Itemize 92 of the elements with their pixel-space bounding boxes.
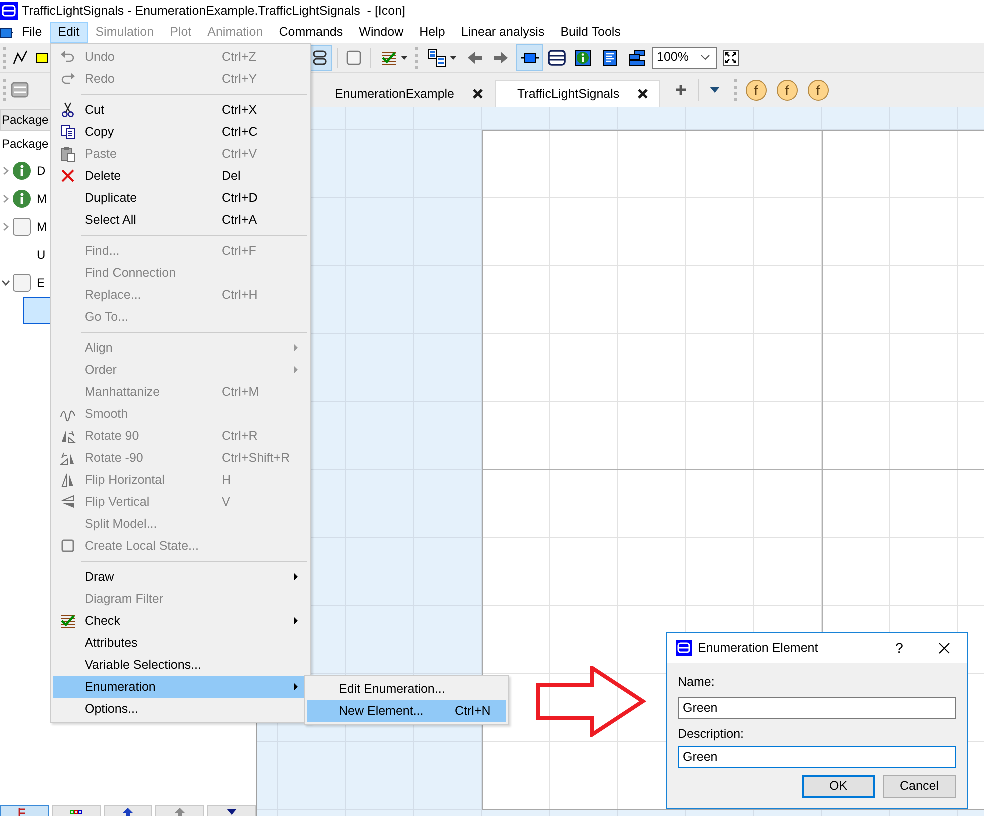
tab[interactable]: TrafficLightSignals xyxy=(494,80,660,107)
triangle-icon xyxy=(710,87,720,93)
text-field[interactable]: Green xyxy=(678,697,956,719)
menu-item[interactable]: File xyxy=(14,22,50,43)
layered-rectangle-icon[interactable] xyxy=(11,82,29,98)
close-icon xyxy=(939,642,950,654)
right-arrow-icon xyxy=(493,50,509,66)
linked-blocks-icon xyxy=(428,48,446,66)
tree-item[interactable]: U xyxy=(0,241,47,269)
stacked-blocks-icon xyxy=(629,50,645,66)
tree-item[interactable]: E xyxy=(0,269,46,297)
field-label: Description: xyxy=(678,727,745,742)
zoom-combo[interactable]: 100% xyxy=(652,46,717,68)
plus-icon xyxy=(676,85,686,95)
menu-item[interactable]: Select All Ctrl+A xyxy=(53,209,308,231)
toolbar-button[interactable] xyxy=(516,44,543,71)
flip-icon xyxy=(60,472,76,488)
menu-item[interactable]: Variable Selections... xyxy=(53,654,308,676)
help-button[interactable]: ? xyxy=(877,633,922,663)
chevron-icon[interactable] xyxy=(2,278,10,288)
panel-tab[interactable]: Package xyxy=(0,109,51,130)
text-field[interactable]: Green xyxy=(678,746,956,768)
clipboard-icon xyxy=(60,146,76,162)
checklist-icon xyxy=(60,613,76,629)
box-icon xyxy=(13,274,31,292)
rectangle-icon xyxy=(36,52,48,62)
menu-item[interactable]: Edit Enumeration... xyxy=(307,678,506,700)
menu-item[interactable]: Linear analysis xyxy=(453,22,553,43)
tree-item[interactable]: M xyxy=(0,213,48,241)
left-arrow-icon xyxy=(467,50,483,66)
menu-item[interactable]: Check xyxy=(53,610,308,632)
triangle-icon xyxy=(226,808,238,816)
rotate-icon xyxy=(60,450,76,466)
fit-to-window-icon xyxy=(723,50,739,66)
square-icon xyxy=(60,538,76,554)
rounded-rectangles-icon xyxy=(312,50,328,66)
app-icon xyxy=(676,640,692,656)
window-title: TrafficLightSignals - EnumerationExample.TrafficLightSignals - [Icon] xyxy=(22,4,406,18)
menu-item[interactable]: Edit xyxy=(50,22,88,43)
checklist-icon xyxy=(380,50,396,66)
info-icon xyxy=(575,50,591,66)
panel-tab[interactable] xyxy=(207,805,256,816)
info-icon xyxy=(13,162,31,180)
cross-icon xyxy=(60,168,76,184)
squares-icon xyxy=(70,808,82,816)
column-header: Package xyxy=(1,136,49,152)
menu-item[interactable]: Delete Del xyxy=(53,165,308,187)
info-icon xyxy=(13,190,31,208)
menu-item[interactable]: Help xyxy=(412,22,454,43)
menu-item[interactable]: Copy Ctrl+C xyxy=(53,121,308,143)
panel-tab[interactable] xyxy=(52,805,101,816)
copy-icon xyxy=(60,124,76,140)
caret-icon xyxy=(400,56,408,60)
caret-icon xyxy=(450,56,456,60)
up-arrow-icon xyxy=(122,808,134,816)
tab[interactable]: EnumerationExample xyxy=(312,80,495,107)
dialog-button[interactable]: OK xyxy=(802,775,875,798)
function-button[interactable]: f xyxy=(746,80,767,100)
close-icon[interactable] xyxy=(472,89,483,99)
scissors-icon xyxy=(60,102,76,118)
menu-item[interactable]: Duplicate Ctrl+D xyxy=(53,187,308,209)
layered-rectangle-icon xyxy=(548,50,566,66)
tree-item[interactable]: D xyxy=(0,157,47,185)
rotate-icon xyxy=(60,428,76,444)
dialog-button[interactable]: Cancel xyxy=(883,775,956,798)
dialog-title: Enumeration Element xyxy=(698,640,820,656)
square-icon xyxy=(346,50,362,66)
menu-item[interactable]: Options... xyxy=(53,698,308,720)
redo-icon xyxy=(60,71,76,87)
field-label: Name: xyxy=(678,675,716,690)
system-menu-icon[interactable] xyxy=(0,28,13,38)
box-icon xyxy=(13,218,31,236)
close-icon[interactable] xyxy=(638,89,648,99)
menu-item[interactable]: New Element... Ctrl+N xyxy=(307,700,506,722)
menu-item[interactable]: Draw xyxy=(53,566,308,588)
function-button[interactable]: f xyxy=(776,80,798,100)
block-icon xyxy=(520,50,538,64)
menu-item[interactable]: Cut Ctrl+X xyxy=(53,99,308,121)
menu-item[interactable]: Attributes xyxy=(53,632,308,654)
polyline-icon xyxy=(13,50,29,66)
tree-item[interactable]: M xyxy=(0,185,48,213)
menu-item[interactable]: Commands xyxy=(271,22,352,43)
flip-icon xyxy=(60,494,76,510)
undo-icon xyxy=(60,49,76,65)
chevron-icon xyxy=(701,55,710,60)
menu-item[interactable]: Window xyxy=(351,22,412,43)
document-icon xyxy=(602,50,618,66)
function-button[interactable]: f xyxy=(808,80,829,100)
up-arrow-icon xyxy=(174,808,186,816)
tree-item[interactable] xyxy=(23,297,53,324)
menu-item[interactable]: Build Tools xyxy=(552,22,629,43)
panel-tab[interactable] xyxy=(104,805,152,816)
